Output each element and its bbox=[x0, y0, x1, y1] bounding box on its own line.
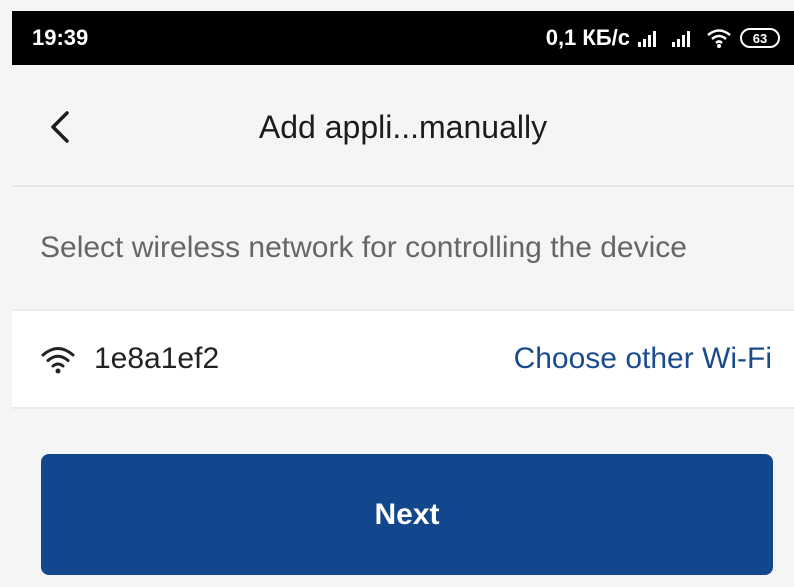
next-button[interactable]: Next bbox=[41, 454, 773, 575]
signal-icon bbox=[638, 31, 656, 47]
instruction-text: Select wireless network for controlling … bbox=[40, 231, 687, 264]
status-bar: 19:39 0,1 КБ/с 63 bbox=[12, 11, 794, 65]
app-screen: 19:39 0,1 КБ/с 63 Add appli...manually S… bbox=[0, 0, 794, 587]
battery-icon: 63 bbox=[740, 28, 780, 48]
choose-other-wifi-link[interactable]: Choose other Wi-Fi bbox=[514, 342, 772, 376]
page-title: Add appli...manually bbox=[258, 109, 548, 145]
app-header: Add appli...manually bbox=[12, 65, 794, 187]
network-speed: 0,1 КБ/с bbox=[545, 25, 630, 50]
status-indicators: 0,1 КБ/с 63 bbox=[546, 25, 780, 51]
wifi-icon bbox=[40, 344, 76, 374]
wifi-status-icon bbox=[707, 29, 731, 48]
signal-icon bbox=[672, 31, 690, 47]
wifi-network-row: 1e8a1ef2 Choose other Wi-Fi bbox=[12, 309, 794, 409]
status-time: 19:39 bbox=[32, 25, 89, 50]
wifi-ssid: 1e8a1ef2 bbox=[94, 342, 220, 375]
